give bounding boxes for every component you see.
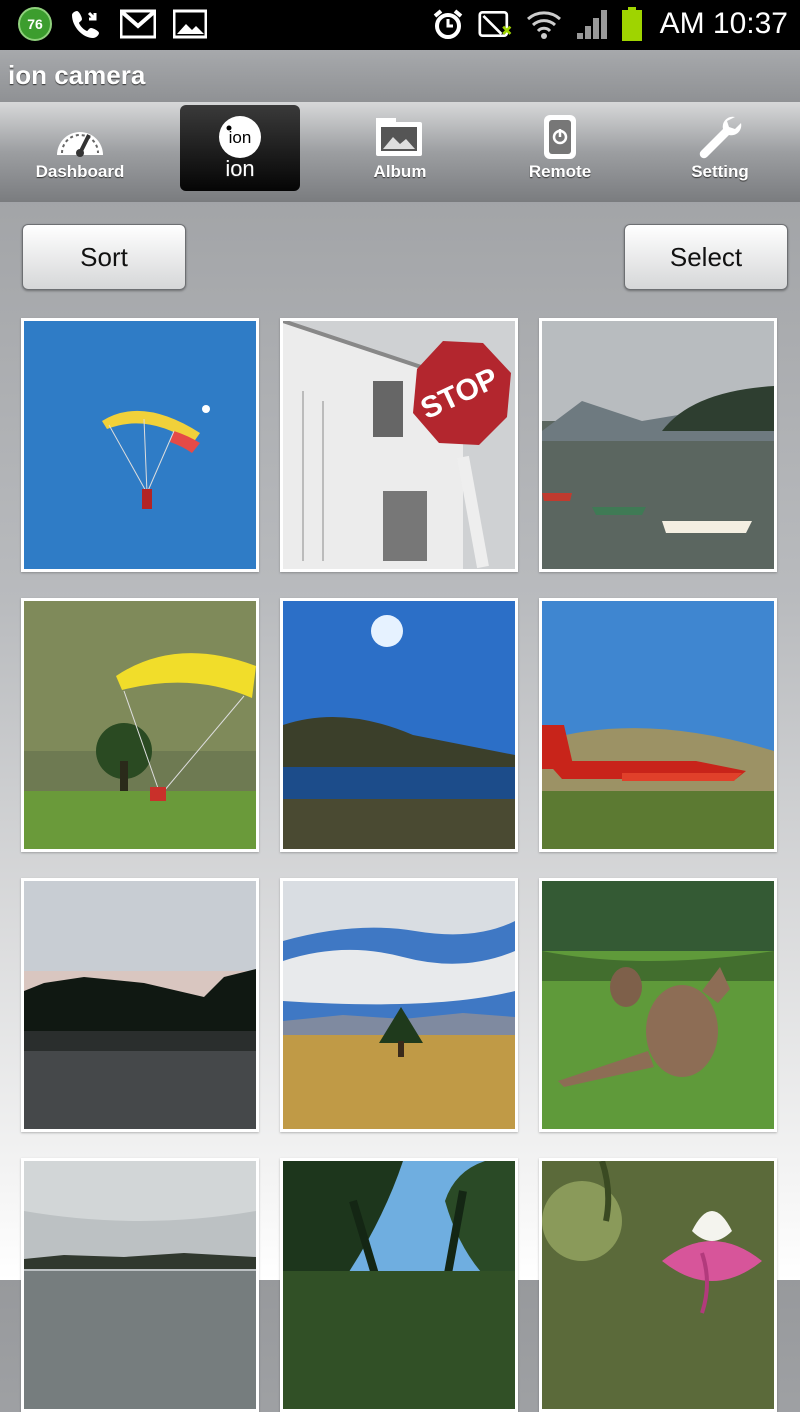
photo-thumbnail-red-plane[interactable]: [539, 598, 777, 852]
tab-album[interactable]: Album: [320, 102, 480, 202]
photo-thumbnail-flower[interactable]: [539, 1158, 777, 1412]
signal-icon: [574, 6, 610, 42]
photo-thumbnail-yellow-paraglider-landing[interactable]: [21, 598, 259, 852]
gallery-notification-icon: [172, 6, 208, 42]
app-title-bar: ion camera: [0, 50, 800, 102]
battery-icon: [621, 7, 642, 41]
remote-power-icon: [532, 114, 588, 160]
tab-setting[interactable]: Setting: [640, 102, 800, 202]
select-button[interactable]: Select: [624, 224, 788, 290]
photo-thumbnail-tree-field[interactable]: [280, 878, 518, 1132]
wrench-icon: [692, 114, 748, 160]
photo-thumbnail-dusk-lake[interactable]: [21, 878, 259, 1132]
tab-dashboard[interactable]: Dashboard: [0, 102, 160, 202]
no-sync-icon: [478, 6, 514, 42]
wifi-icon: [526, 6, 562, 42]
alarm-icon: [430, 6, 466, 42]
tab-ion[interactable]: ion ion: [160, 102, 320, 202]
tab-label-album: Album: [373, 162, 427, 181]
tab-label-dashboard: Dashboard: [35, 162, 125, 181]
album-photo-icon: [372, 114, 428, 160]
notification-count-badge: 76: [18, 7, 52, 41]
status-bar: 76 AM 10:37: [0, 0, 800, 50]
photo-thumbnail-lake-boats[interactable]: [539, 318, 777, 572]
sort-button[interactable]: Sort: [22, 224, 186, 290]
tab-label-setting: Setting: [691, 162, 749, 181]
photo-thumbnail-pine-trees[interactable]: [280, 1158, 518, 1412]
gmail-icon: [120, 6, 156, 42]
clock: AM 10:37: [659, 7, 788, 40]
photo-thumbnail-wallabies[interactable]: [539, 878, 777, 1132]
photo-thumbnail-paraglider-sky[interactable]: [21, 318, 259, 572]
ion-logo-icon: ion: [212, 114, 268, 160]
tab-remote[interactable]: Remote: [480, 102, 640, 202]
photo-thumbnail-lake-sun[interactable]: [280, 598, 518, 852]
photo-thumbnail-stop-sign-house[interactable]: STOP: [280, 318, 518, 572]
tab-label-ion: ion: [225, 156, 255, 181]
photo-thumbnail-grey-lake[interactable]: [21, 1158, 259, 1412]
tab-bar: Dashboard ion ion Album Remote Setting: [0, 102, 800, 202]
dashboard-gauge-icon: [52, 114, 108, 160]
svg-text:ion: ion: [229, 128, 252, 147]
tab-label-remote: Remote: [528, 162, 592, 181]
missed-call-icon: [68, 6, 104, 42]
app-title: ion camera: [8, 60, 146, 90]
